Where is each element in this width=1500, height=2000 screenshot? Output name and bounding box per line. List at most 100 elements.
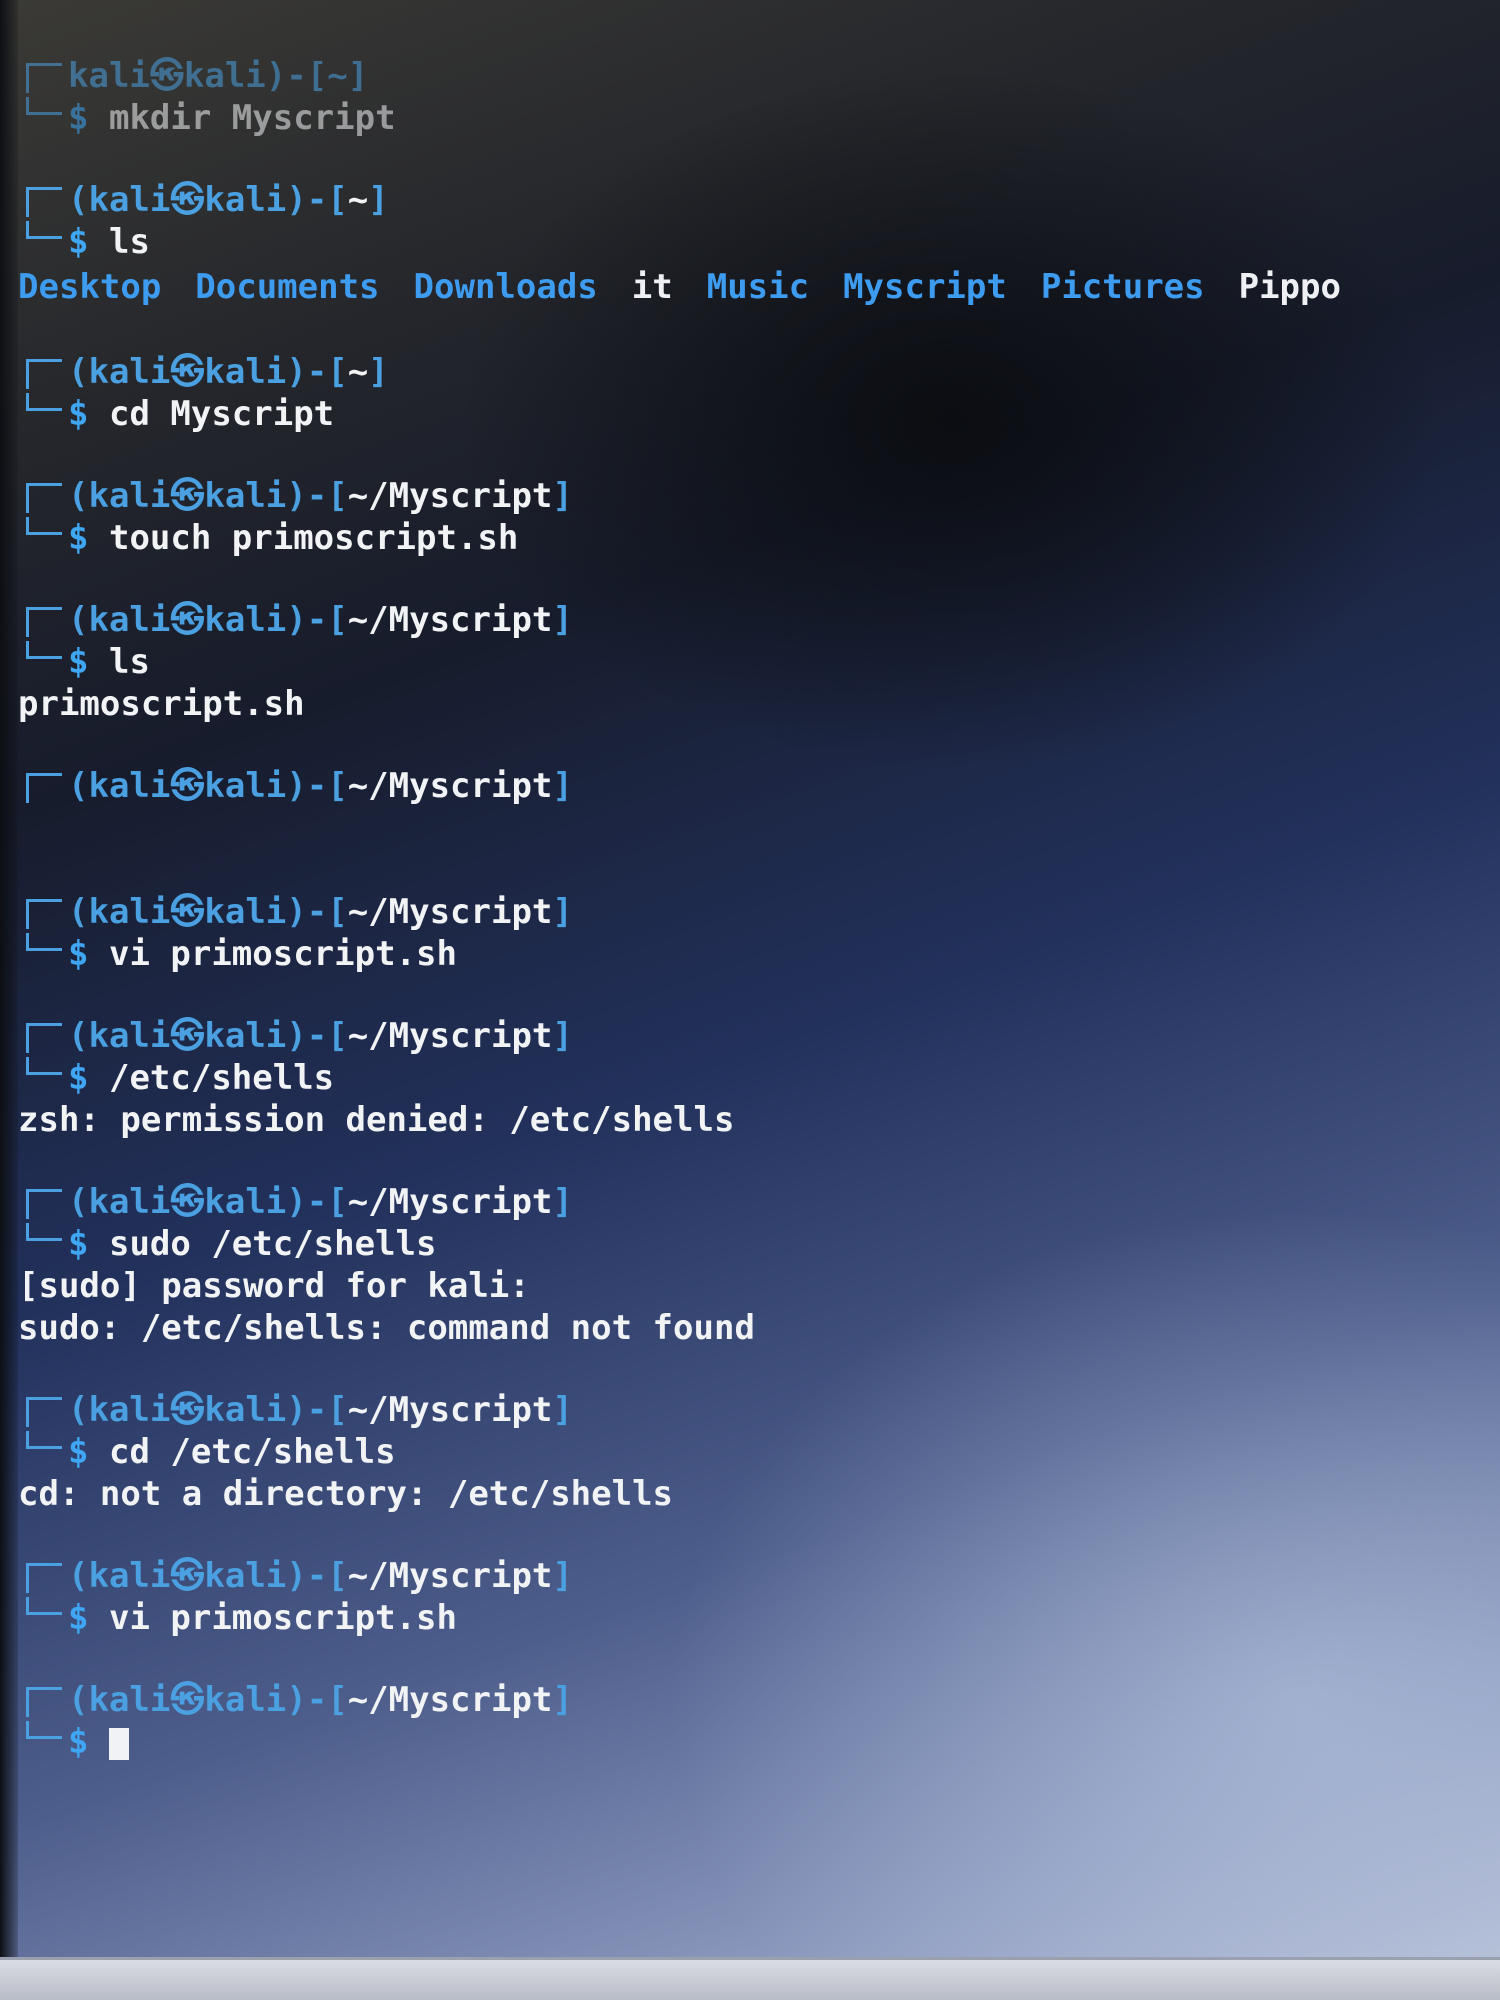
prompt-corner-bottom bbox=[26, 1431, 62, 1449]
prompt-header: kali㉿kali)-[~] bbox=[18, 55, 1488, 97]
ls-dir-documents: Documents bbox=[195, 267, 380, 307]
command-text: touch primoscript.sh bbox=[108, 518, 519, 558]
prompt-corner-bottom bbox=[26, 1597, 62, 1615]
command-output: sudo: /etc/shells: command not found bbox=[18, 1308, 755, 1348]
prompt-corner-bottom bbox=[26, 1721, 62, 1739]
prompt-path: ~ bbox=[347, 180, 369, 220]
kali-symbol-icon: ㉿ bbox=[170, 476, 205, 516]
ls-output-row: Desktop Documents Downloads it Music Mys… bbox=[18, 263, 1488, 311]
prompt-dollar: $ bbox=[68, 642, 89, 682]
prompt-path: ~/Myscript bbox=[347, 1016, 553, 1056]
command-line: $ sudo /etc/shells bbox=[18, 1223, 1488, 1265]
command-text: ls bbox=[108, 222, 150, 262]
prompt-corner bbox=[26, 772, 62, 803]
prompt-host: kali bbox=[183, 56, 266, 96]
prompt-dollar: $ bbox=[68, 1722, 89, 1762]
prompt-corner-bottom bbox=[26, 933, 62, 951]
prompt-path: ~/Myscript bbox=[347, 600, 553, 640]
ls-file-pippo: Pippo bbox=[1238, 267, 1341, 307]
prompt-path: ~/Myscript bbox=[347, 1390, 553, 1430]
prompt-host: kali bbox=[204, 766, 287, 806]
command-output: [sudo] password for kali: bbox=[18, 1266, 530, 1306]
prompt-corner bbox=[26, 1396, 62, 1427]
command-text: sudo /etc/shells bbox=[108, 1224, 437, 1264]
kali-symbol-icon: ㉿ bbox=[170, 1556, 205, 1596]
command-line: $ ls bbox=[18, 221, 1488, 263]
prompt-path: ~ bbox=[347, 352, 369, 392]
prompt-corner-bottom bbox=[26, 221, 62, 239]
command-text: cd Myscript bbox=[108, 394, 335, 434]
ls-dir-downloads: Downloads bbox=[413, 267, 598, 307]
prompt-host: kali bbox=[204, 1680, 287, 1720]
prompt-host: kali bbox=[204, 476, 287, 516]
command-line: $ /etc/shells bbox=[18, 1057, 1488, 1099]
prompt-header: (kali㉿kali)-[~/Myscript] bbox=[18, 1555, 1488, 1597]
prompt-header: (kali㉿kali)-[~] bbox=[18, 179, 1488, 221]
command-output: zsh: permission denied: /etc/shells bbox=[18, 1100, 735, 1140]
prompt-corner bbox=[26, 1022, 62, 1053]
command-line: $ ls bbox=[18, 641, 1488, 683]
prompt-user: kali bbox=[88, 766, 171, 806]
prompt-corner-bottom bbox=[26, 1057, 62, 1075]
prompt-path: ~/Myscript bbox=[347, 892, 553, 932]
prompt-host: kali bbox=[204, 352, 287, 392]
prompt-user: kali bbox=[88, 1016, 171, 1056]
kali-symbol-icon: ㉿ bbox=[170, 352, 205, 392]
text-cursor[interactable] bbox=[108, 1727, 129, 1760]
prompt-host: kali bbox=[204, 600, 287, 640]
command-text: vi primoscript.sh bbox=[108, 934, 457, 974]
prompt-header: (kali㉿kali)-[~/Myscript] bbox=[18, 599, 1488, 641]
prompt-corner bbox=[26, 898, 62, 929]
command-line: $ cd /etc/shells bbox=[18, 1431, 1488, 1473]
kali-symbol-icon: ㉿ bbox=[170, 766, 205, 806]
prompt-user: kali bbox=[88, 352, 171, 392]
kali-symbol-icon: ㉿ bbox=[170, 180, 205, 220]
prompt-host: kali bbox=[204, 1016, 287, 1056]
prompt-user: kali bbox=[88, 600, 171, 640]
command-line: $ touch primoscript.sh bbox=[18, 517, 1488, 559]
prompt-header: (kali㉿kali)-[~/Myscript] bbox=[18, 475, 1488, 517]
prompt-header: (kali㉿kali)-[~/Myscript] bbox=[18, 1389, 1488, 1431]
prompt-corner-bottom bbox=[26, 97, 62, 115]
command-output: cd: not a directory: /etc/shells bbox=[18, 1474, 674, 1514]
monitor-left-bezel bbox=[0, 0, 18, 2000]
command-text: mkdir Myscript bbox=[108, 98, 396, 138]
command-line: $ vi primoscript.sh bbox=[18, 933, 1488, 975]
prompt-corner bbox=[26, 1686, 62, 1717]
prompt-host: kali bbox=[204, 1390, 287, 1430]
prompt-dollar: $ bbox=[68, 1224, 89, 1264]
prompt-path: ~ bbox=[327, 56, 348, 96]
command-line: $ mkdir Myscript bbox=[18, 97, 1488, 139]
prompt-corner bbox=[26, 358, 62, 389]
prompt-corner bbox=[26, 62, 62, 93]
prompt-header: (kali㉿kali)-[~/Myscript] bbox=[18, 1181, 1488, 1223]
command-text: cd /etc/shells bbox=[108, 1432, 396, 1472]
terminal-window[interactable]: kali㉿kali)-[~] $ mkdir Myscript (kali㉿ka… bbox=[18, 55, 1488, 1763]
prompt-dollar: $ bbox=[68, 222, 89, 262]
kali-symbol-icon: ㉿ bbox=[170, 1390, 205, 1430]
prompt-dollar: $ bbox=[68, 98, 89, 138]
prompt-user: kali bbox=[88, 892, 171, 932]
prompt-user: kali bbox=[68, 56, 150, 96]
prompt-user: kali bbox=[88, 1182, 171, 1222]
kali-symbol-icon: ㉿ bbox=[170, 1182, 205, 1222]
active-command-line[interactable]: $ bbox=[18, 1721, 1488, 1763]
prompt-host: kali bbox=[204, 892, 287, 932]
ls-dir-myscript: Myscript bbox=[843, 267, 1007, 307]
prompt-corner bbox=[26, 482, 62, 513]
prompt-corner bbox=[26, 606, 62, 637]
command-text: vi primoscript.sh bbox=[108, 1598, 457, 1638]
command-text: ls bbox=[108, 642, 150, 682]
command-line: $ cd Myscript bbox=[18, 393, 1488, 435]
prompt-user: kali bbox=[88, 1680, 171, 1720]
prompt-header: (kali㉿kali)-[~/Myscript] bbox=[18, 765, 1488, 807]
prompt-corner-bottom bbox=[26, 517, 62, 535]
kali-symbol-icon: ㉿ bbox=[170, 1680, 205, 1720]
prompt-header: (kali㉿kali)-[~] bbox=[18, 351, 1488, 393]
prompt-host: kali bbox=[204, 180, 287, 220]
prompt-corner-bottom bbox=[26, 393, 62, 411]
prompt-path: ~/Myscript bbox=[347, 1182, 553, 1222]
ls-file-it: it bbox=[631, 267, 673, 307]
prompt-dollar: $ bbox=[68, 1432, 89, 1472]
kali-symbol-icon: ㉿ bbox=[149, 56, 184, 96]
